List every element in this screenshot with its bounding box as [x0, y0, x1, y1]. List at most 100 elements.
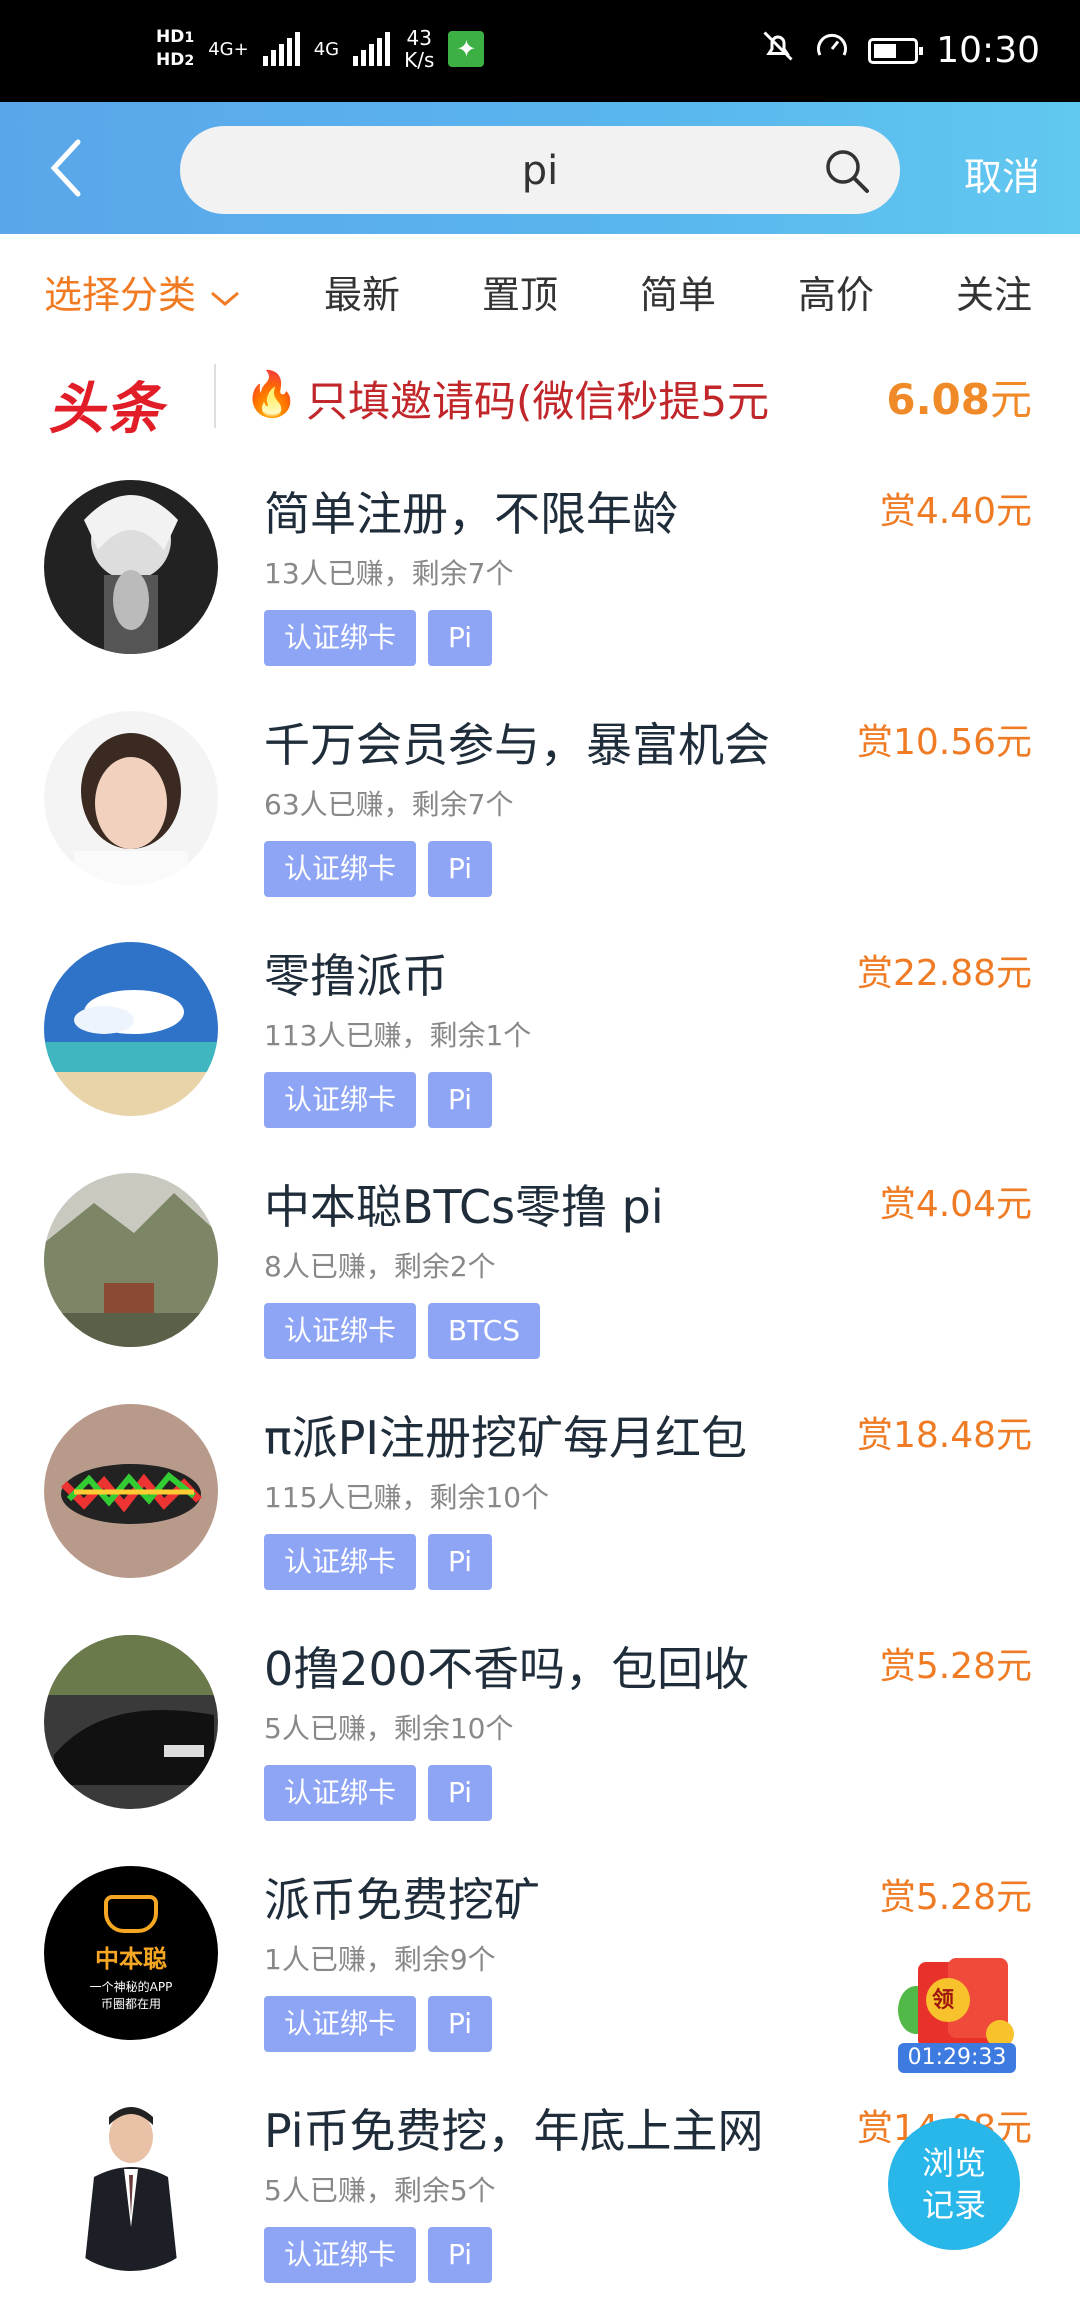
task-reward: 赏4.40元 — [879, 491, 1032, 532]
network2-label: 4G — [313, 38, 340, 60]
task-reward: 赏18.48元 — [856, 1415, 1032, 1456]
task-title: π派PI注册挖矿每月红包 — [264, 1411, 747, 1465]
cancel-button[interactable]: 取消 — [964, 146, 1040, 201]
tag: Pi — [428, 1996, 493, 2052]
task-reward: 赏4.04元 — [879, 1184, 1032, 1225]
tag: Pi — [428, 2227, 493, 2283]
browse-history-label-2: 记录 — [921, 2186, 986, 2224]
battery-icon — [868, 37, 924, 64]
task-meta: 8人已赚，剩余2个 — [264, 1250, 496, 1283]
headline-logo: 头条 — [48, 377, 164, 442]
task-tags: 认证绑卡 Pi — [264, 1765, 493, 1821]
tag: 认证绑卡 — [264, 1996, 417, 2052]
tab-latest[interactable]: 最新 — [324, 264, 400, 319]
app-logo-icon — [104, 1894, 158, 1933]
hd2-sub: 2 — [184, 53, 195, 69]
avatar: 中本聪 一个神秘的APP 币圈都在用 — [44, 1866, 218, 2040]
tab-category-label: 选择分类 — [44, 273, 197, 317]
divider — [214, 364, 216, 428]
fire-icon: 🔥 — [244, 369, 299, 420]
task-title: 千万会员参与，暴富机会 — [264, 718, 770, 772]
tag: 认证绑卡 — [264, 841, 417, 897]
list-item[interactable]: π派PI注册挖矿每月红包 115人已赚，剩余10个 认证绑卡 Pi 赏18.48… — [0, 1394, 1080, 1625]
headline-banner[interactable]: 头条 🔥 只填邀请码(微信秒提5元 6.08元 — [0, 344, 1080, 454]
signal2-icon — [353, 32, 391, 66]
avatar — [44, 711, 218, 885]
net-speed: 43 K/s — [404, 27, 434, 71]
tag: 认证绑卡 — [264, 1765, 417, 1821]
tag: 认证绑卡 — [264, 2227, 417, 2283]
task-reward: 赏5.28元 — [879, 1646, 1032, 1687]
list-item[interactable]: 中本聪BTCs零撸 pi 8人已赚，剩余2个 认证绑卡 BTCS 赏4.04元 — [0, 1163, 1080, 1394]
status-right: 10:30 — [760, 28, 1040, 73]
tag: Pi — [428, 1765, 493, 1821]
tag: Pi — [428, 841, 493, 897]
net-speed-value: 43 — [406, 26, 432, 50]
tag: Pi — [428, 1072, 493, 1128]
task-tags: 认证绑卡 BTCS — [264, 1303, 541, 1359]
chevron-left-icon — [50, 139, 81, 197]
list-item[interactable]: 零撸派币 113人已赚，剩余1个 认证绑卡 Pi 赏22.88元 — [0, 932, 1080, 1163]
headline-amount-value: 6.08 — [886, 375, 990, 424]
list-item[interactable]: 0撸200不香吗，包回收 5人已赚，剩余10个 认证绑卡 Pi 赏5.28元 — [0, 1625, 1080, 1856]
tag: Pi — [428, 1534, 493, 1590]
headline-amount-unit: 元 — [989, 375, 1032, 424]
task-meta: 113人已赚，剩余1个 — [264, 1019, 532, 1052]
task-reward: 赏5.28元 — [879, 1877, 1032, 1918]
browse-history-button[interactable]: 浏览 记录 — [888, 2118, 1020, 2250]
task-meta: 5人已赚，剩余5个 — [264, 2174, 496, 2207]
back-button[interactable] — [40, 132, 100, 204]
countdown-timer: 01:29:33 — [898, 2043, 1016, 2073]
task-reward: 赏10.56元 — [856, 722, 1032, 763]
avatar — [44, 942, 218, 1116]
task-reward: 赏22.88元 — [856, 953, 1032, 994]
task-meta: 115人已赚，剩余10个 — [264, 1481, 550, 1514]
avatar-logo-subtext: 一个神秘的APP — [89, 1979, 173, 1994]
list-item[interactable]: 简单注册，不限年龄 13人已赚，剩余7个 认证绑卡 Pi 赏4.40元 — [0, 470, 1080, 701]
list-item[interactable]: 千万会员参与，暴富机会 63人已赚，剩余7个 认证绑卡 Pi 赏10.56元 — [0, 701, 1080, 932]
search-icon[interactable] — [822, 146, 872, 196]
filter-tabs: 选择分类 最新 置顶 简单 高价 关注 — [0, 234, 1080, 344]
tag: 认证绑卡 — [264, 1534, 417, 1590]
browse-history-label-1: 浏览 — [921, 2144, 986, 2182]
clock: 10:30 — [936, 30, 1040, 71]
avatar-logo-subtext2: 币圈都在用 — [100, 1996, 161, 2011]
search-query[interactable]: pi — [180, 148, 900, 194]
net-speed-unit: K/s — [404, 48, 435, 72]
tag: Pi — [428, 610, 493, 666]
hd-indicator: HD1 HD2 — [156, 26, 194, 72]
task-tags: 认证绑卡 Pi — [264, 1072, 493, 1128]
task-tags: 认证绑卡 Pi — [264, 1534, 493, 1590]
task-title: 零撸派币 — [264, 949, 448, 1003]
headline-text[interactable]: 只填邀请码(微信秒提5元 — [306, 368, 769, 429]
tab-pinned[interactable]: 置顶 — [482, 264, 558, 319]
tag: 认证绑卡 — [264, 1072, 417, 1128]
chevron-down-icon — [211, 291, 240, 306]
task-tags: 认证绑卡 Pi — [264, 1996, 493, 2052]
status-left: HD1 HD2 4G+ 4G 43 K/s ✦ — [156, 26, 485, 72]
task-meta: 1人已赚，剩余9个 — [264, 1943, 496, 1976]
hd1-sub: 1 — [184, 30, 195, 46]
hd1-label: HD — [156, 27, 185, 47]
avatar — [44, 1635, 218, 1809]
search-input[interactable]: pi — [180, 126, 900, 214]
search-header: pi 取消 — [0, 102, 1080, 234]
task-title: 中本聪BTCs零撸 pi — [264, 1180, 664, 1234]
tag: 认证绑卡 — [264, 610, 417, 666]
tab-simple[interactable]: 简单 — [640, 264, 716, 319]
avatar — [44, 1404, 218, 1578]
tab-high-price[interactable]: 高价 — [798, 264, 874, 319]
mute-bell-icon — [760, 28, 796, 73]
status-bar: HD1 HD2 4G+ 4G 43 K/s ✦ 10:30 — [0, 0, 1080, 102]
network1-label: 4G+ — [208, 38, 249, 60]
tag: BTCS — [428, 1303, 541, 1359]
running-app-icon: ✦ — [448, 31, 485, 67]
task-title: 0撸200不香吗，包回收 — [264, 1642, 750, 1696]
task-meta: 5人已赚，剩余10个 — [264, 1712, 514, 1745]
tab-follow[interactable]: 关注 — [956, 264, 1032, 319]
avatar-logo-text: 中本聪 — [95, 1944, 167, 1973]
task-title: 简单注册，不限年龄 — [264, 487, 678, 541]
avatar — [44, 2097, 218, 2271]
tab-category[interactable]: 选择分类 — [44, 264, 242, 319]
avatar — [44, 1173, 218, 1347]
